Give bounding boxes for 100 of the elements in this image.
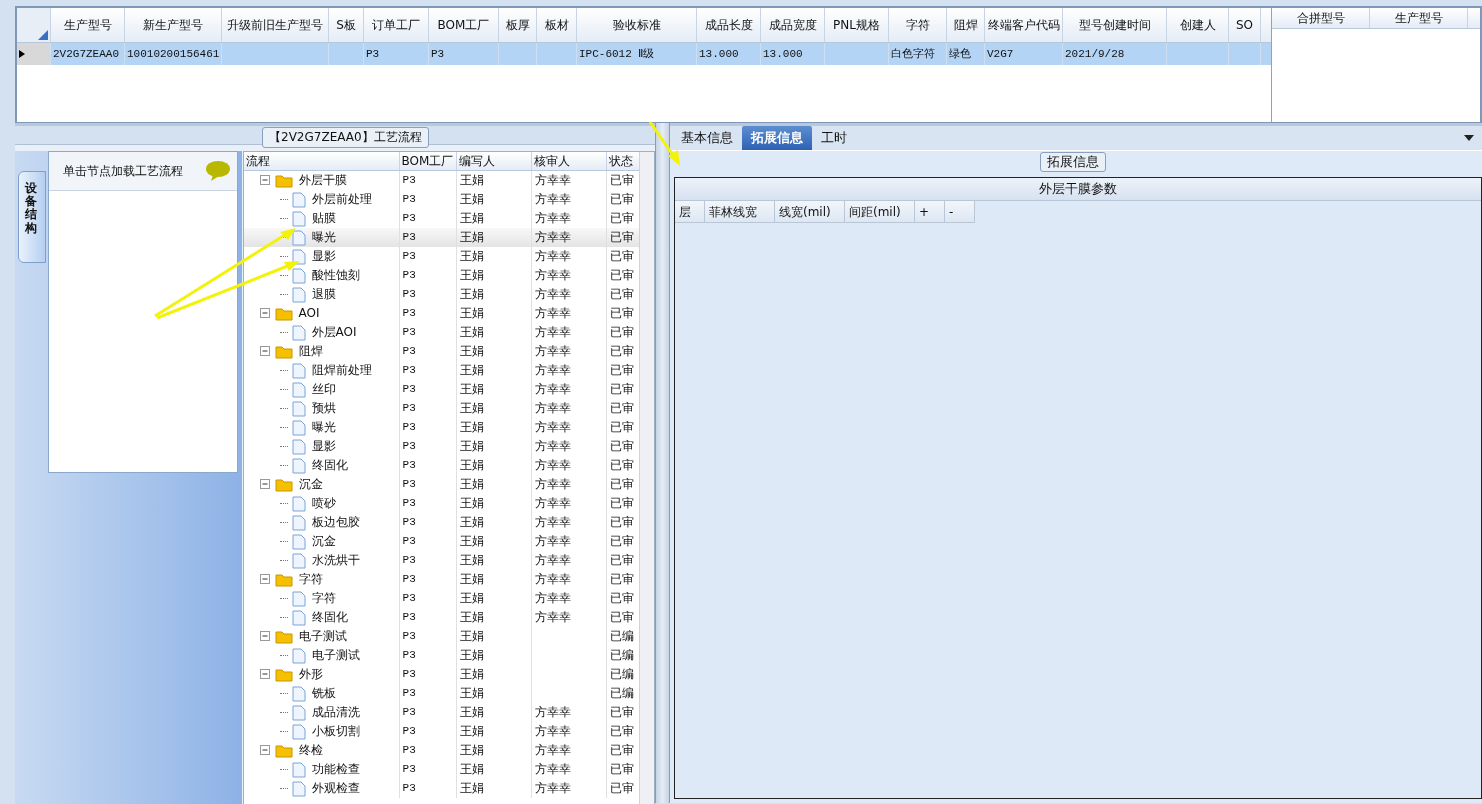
tree-node-label: 阻焊前处理 — [311, 362, 372, 379]
table-cell: 已审 — [609, 192, 634, 206]
document-icon — [291, 210, 306, 227]
table-cell: 已审 — [609, 382, 634, 396]
table-cell: P3 — [402, 231, 416, 243]
column-header[interactable]: 订单工厂 — [364, 8, 429, 42]
table-cell: 王娟 — [459, 458, 484, 472]
table-cell: 王娟 — [459, 515, 484, 529]
column-header[interactable]: 验收标准 — [577, 8, 697, 42]
collapse-icon[interactable] — [259, 479, 271, 490]
table-cell: 方幸幸 — [534, 572, 571, 586]
table-cell: 方幸幸 — [534, 610, 571, 624]
column-header[interactable]: 创建人 — [1167, 8, 1229, 42]
table-cell: P3 — [402, 649, 416, 661]
column-header[interactable]: 板材 — [537, 8, 577, 42]
column-header[interactable]: 成品长度 — [697, 8, 761, 42]
table-cell: 方幸幸 — [534, 306, 571, 320]
column-header[interactable]: 间距(mil) — [845, 201, 915, 223]
table-cell: P3 — [402, 611, 416, 623]
column-header[interactable]: 生产型号 — [51, 8, 125, 42]
table-cell: 方幸幸 — [534, 743, 571, 757]
tree-node-label: 显影 — [311, 438, 336, 455]
table-cell: 已审 — [609, 572, 634, 586]
tab[interactable]: 工时 — [812, 126, 856, 150]
collapse-icon[interactable] — [259, 631, 271, 642]
collapse-icon[interactable] — [259, 669, 271, 680]
table-cell: P3 — [402, 250, 416, 262]
dropdown-icon[interactable] — [1464, 135, 1474, 141]
column-header[interactable]: 编写人 — [456, 152, 532, 170]
column-header[interactable]: SO — [1229, 8, 1261, 42]
table-cell: P3 — [431, 48, 445, 60]
table-cell: P3 — [366, 48, 380, 60]
table-cell: P3 — [402, 592, 416, 604]
tree-node-label: 丝印 — [311, 381, 336, 398]
table-cell: 绿色 — [949, 48, 971, 60]
tree-node-label: 外层前处理 — [311, 191, 372, 208]
splitter[interactable] — [655, 123, 670, 803]
document-icon — [291, 761, 306, 778]
column-header[interactable]: 线宽(mil) — [775, 201, 845, 223]
table-cell: P3 — [402, 459, 416, 471]
column-header[interactable]: PNL规格 — [825, 8, 889, 42]
collapse-icon[interactable] — [259, 346, 271, 357]
column-header[interactable]: 合拼型号 — [1272, 8, 1370, 28]
table-cell: P3 — [402, 421, 416, 433]
document-icon — [291, 647, 306, 664]
folder-icon — [274, 306, 293, 321]
table-cell: 王娟 — [459, 629, 484, 643]
tree-node-label: 外观检查 — [311, 780, 360, 797]
table-cell: P3 — [402, 630, 416, 642]
table-cell: 已编 — [609, 667, 634, 681]
column-header[interactable]: 新生产型号 — [125, 8, 222, 42]
tree-node-label: 外形 — [298, 666, 323, 683]
table-title: 外层干膜参数 — [675, 178, 1481, 201]
column-header[interactable]: 板厚 — [499, 8, 537, 42]
table-cell: 方幸幸 — [534, 192, 571, 206]
document-icon — [291, 438, 306, 455]
column-header[interactable]: 生产型号 — [1370, 8, 1468, 28]
column-header[interactable]: 成品宽度 — [761, 8, 825, 42]
collapse-icon[interactable] — [259, 175, 271, 186]
table-cell: 方幸幸 — [534, 268, 571, 282]
column-header[interactable]: 层 — [675, 201, 705, 223]
table-cell: 方幸幸 — [534, 325, 571, 339]
table-cell: 王娟 — [459, 230, 484, 244]
column-header[interactable]: - — [945, 201, 975, 223]
tree-node-label: 退膜 — [311, 286, 336, 303]
tab[interactable]: 拓展信息 — [742, 126, 812, 150]
column-header[interactable]: 菲林线宽 — [705, 201, 775, 223]
table-cell: IPC-6012 Ⅱ级 — [579, 48, 655, 60]
column-header[interactable]: 阻焊 — [947, 8, 985, 42]
column-header[interactable]: 型号创建时间 — [1063, 8, 1167, 42]
collapse-icon[interactable] — [259, 308, 271, 319]
collapse-icon[interactable] — [259, 574, 271, 585]
column-header[interactable]: 升级前旧生产型号 — [222, 8, 329, 42]
column-header[interactable]: 字符 — [889, 8, 947, 42]
table-cell: 方幸幸 — [534, 363, 571, 377]
column-header[interactable]: 核审人 — [531, 152, 607, 170]
tree-node-label: 预烘 — [311, 400, 336, 417]
column-header[interactable]: 流程 — [243, 152, 400, 170]
side-tab[interactable]: 设备结构 — [18, 171, 46, 263]
column-header[interactable]: + — [915, 201, 945, 223]
table-cell: 2V2G7ZEAA0 — [53, 48, 119, 60]
group-title: 拓展信息 — [1040, 152, 1106, 172]
column-header[interactable]: 终端客户代码 — [985, 8, 1063, 42]
table-cell: 已审 — [609, 268, 634, 282]
tree-node-label: 电子测试 — [298, 628, 347, 645]
group-title: 【2V2G7ZEAA0】工艺流程 — [262, 127, 429, 148]
tree-row[interactable]: 曝光 P3 王娟 方幸幸 已审 — [243, 228, 642, 247]
table-cell: 王娟 — [459, 268, 484, 282]
column-header[interactable]: BOM工厂 — [399, 152, 457, 170]
table-cell: 王娟 — [459, 344, 484, 358]
scrollbar[interactable] — [639, 152, 654, 804]
tab[interactable]: 基本信息 — [672, 126, 742, 150]
column-header[interactable]: BOM工厂 — [429, 8, 499, 42]
table-cell: P3 — [402, 687, 416, 699]
table-cell: P3 — [402, 326, 416, 338]
column-header[interactable]: S板 — [329, 8, 364, 42]
table-cell: 已审 — [609, 401, 634, 415]
collapse-icon[interactable] — [259, 745, 271, 756]
table-row[interactable]: 2V2G7ZEAA0 10010200156461 P3 P3 IPC-6012 Ⅱ级 13.000 13.000 白色字符 绿色 V2G7 2021/9/28 — [17, 43, 1271, 65]
tree-node-label: 成品清洗 — [311, 704, 360, 721]
